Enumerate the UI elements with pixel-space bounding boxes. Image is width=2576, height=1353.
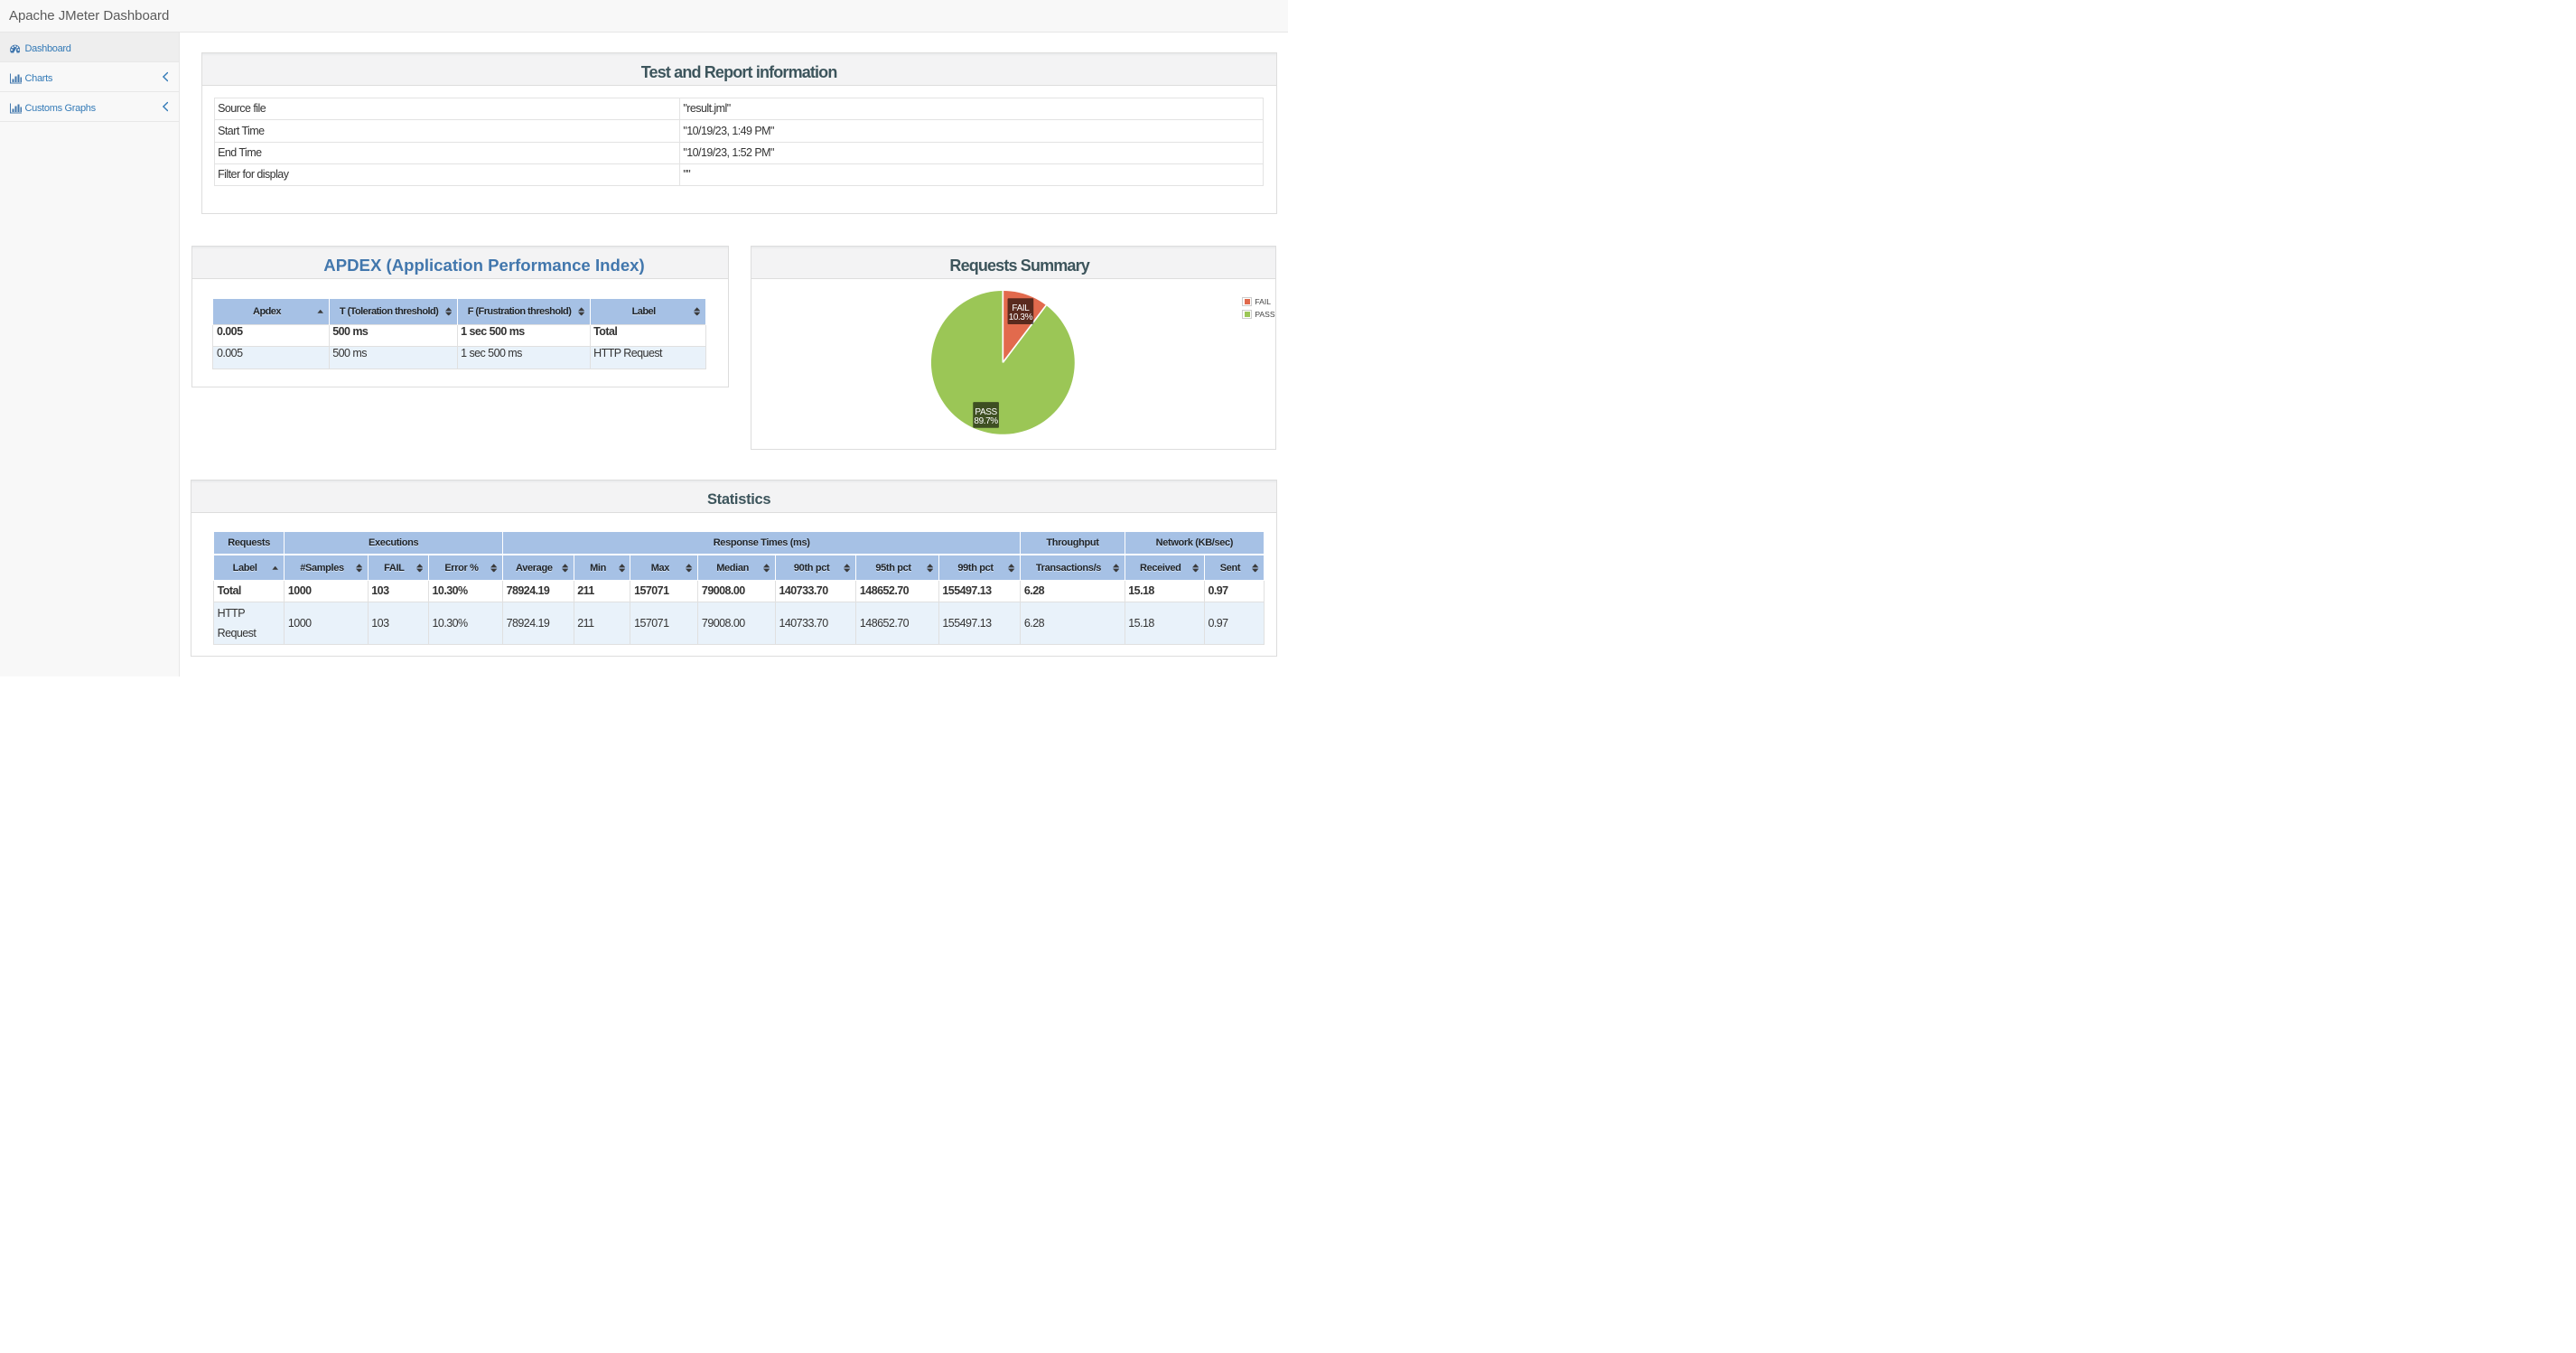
svg-text:10.3%: 10.3%	[1009, 313, 1033, 323]
svg-text:89.7%: 89.7%	[975, 416, 999, 426]
